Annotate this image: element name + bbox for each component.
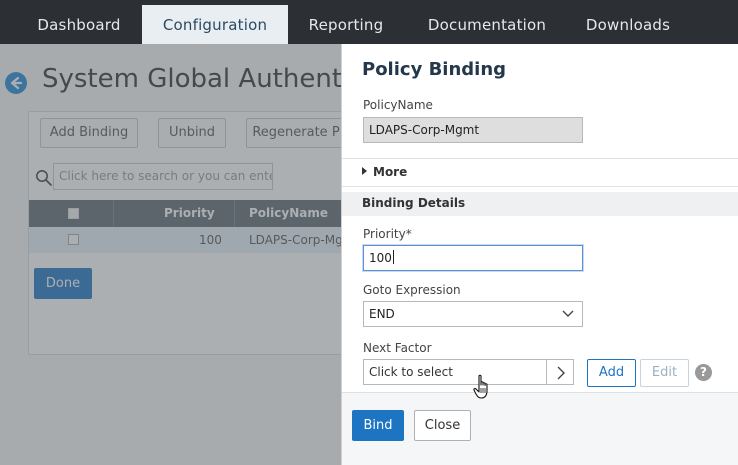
- goto-expression-value: END: [369, 307, 395, 321]
- priority-value: 100: [369, 251, 392, 265]
- tab-downloads[interactable]: Downloads: [572, 5, 684, 44]
- top-navigation: Dashboard Configuration Reporting Docume…: [0, 0, 738, 44]
- bind-button[interactable]: Bind: [352, 410, 404, 441]
- hand-cursor-icon: [473, 374, 488, 399]
- panel-footer: Bind Close: [342, 392, 738, 465]
- priority-input[interactable]: 100: [363, 245, 583, 271]
- expand-triangle-icon: [362, 167, 367, 175]
- modal-overlay: [0, 44, 341, 465]
- tab-reporting[interactable]: Reporting: [290, 5, 402, 44]
- goto-expression-select[interactable]: END: [363, 301, 583, 327]
- chevron-down-icon: [562, 310, 574, 317]
- tab-dashboard[interactable]: Dashboard: [18, 5, 140, 44]
- help-icon[interactable]: ?: [695, 364, 712, 381]
- tab-configuration[interactable]: Configuration: [142, 5, 288, 44]
- panel-title: Policy Binding: [362, 59, 507, 80]
- priority-label: Priority*: [363, 227, 412, 241]
- tab-documentation[interactable]: Documentation: [404, 5, 570, 44]
- close-button[interactable]: Close: [414, 410, 471, 441]
- policy-name-label: PolicyName: [363, 98, 433, 112]
- goto-expression-label: Goto Expression: [363, 283, 461, 297]
- more-label: More: [373, 165, 408, 179]
- chevron-right-icon: [557, 366, 565, 380]
- more-toggle[interactable]: More: [362, 165, 407, 179]
- edit-button[interactable]: Edit: [640, 359, 689, 387]
- binding-details-heading: Binding Details: [362, 196, 466, 210]
- next-factor-label: Next Factor: [363, 341, 432, 355]
- next-factor-select-button[interactable]: [546, 359, 574, 385]
- text-caret: [392, 250, 394, 264]
- policy-name-field: LDAPS-Corp-Mgmt: [363, 117, 583, 143]
- policy-binding-panel: Policy Binding PolicyName LDAPS-Corp-Mgm…: [341, 44, 738, 465]
- add-button[interactable]: Add: [587, 359, 636, 387]
- next-factor-input[interactable]: Click to select: [363, 359, 547, 385]
